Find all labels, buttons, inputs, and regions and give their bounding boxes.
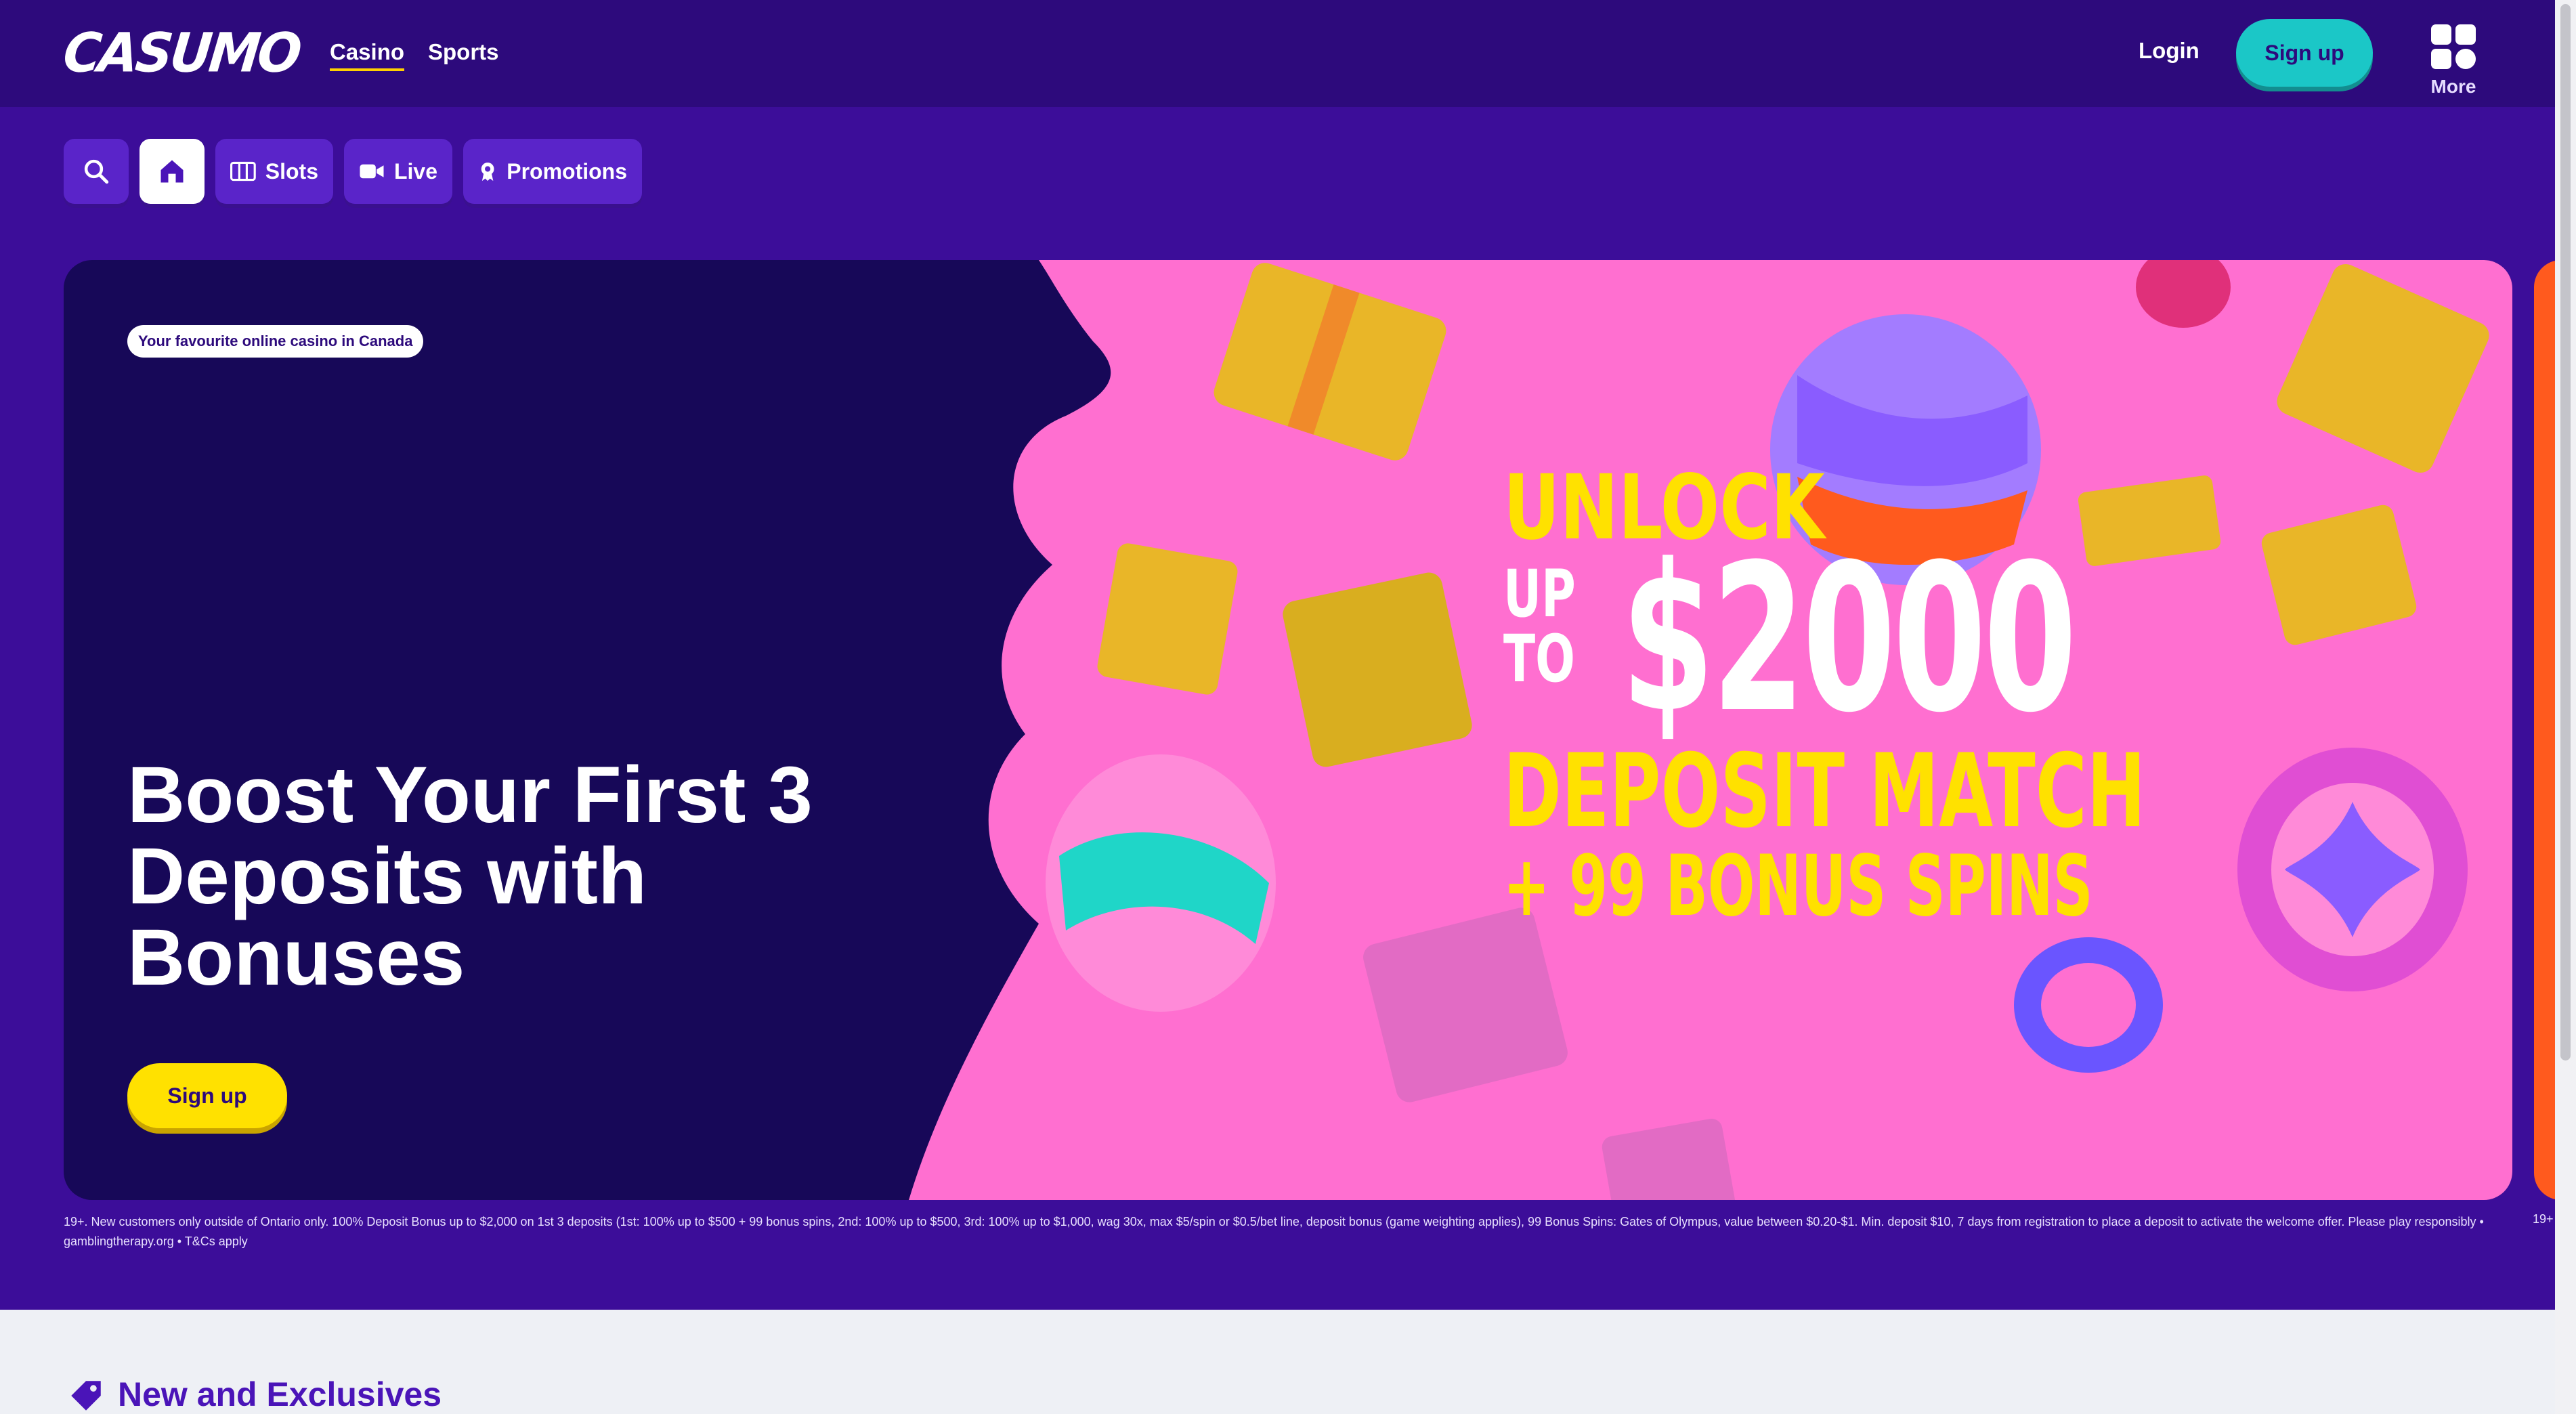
promo-bonus-spins: + 99 BONUS SPINS: [1503, 838, 2093, 935]
home-button[interactable]: [139, 139, 205, 204]
live-tab[interactable]: Live: [344, 139, 452, 204]
section-title[interactable]: New and Exclusives: [118, 1375, 442, 1414]
hero-badge: Your favourite online casino in Canada: [127, 325, 424, 358]
more-label: More: [2430, 76, 2476, 97]
live-label: Live: [393, 158, 437, 184]
login-link[interactable]: Login: [2139, 38, 2199, 64]
promo-deposit-match: DEPOSIT MATCH: [1503, 733, 2146, 851]
search-button[interactable]: [64, 139, 129, 204]
promotions-label: Promotions: [507, 158, 627, 184]
search-icon: [84, 159, 109, 184]
hero-banner[interactable]: Your favourite online casino in Canada B…: [64, 260, 2512, 1200]
terms-text: 19+. New customers only outside of Ontar…: [64, 1215, 2484, 1248]
page: CASUMO Casino Sports Login Sign up More …: [0, 0, 2555, 1414]
more-grid-icon: [2431, 24, 2476, 69]
scrollbar-thumb[interactable]: [2560, 4, 2571, 1060]
tag-icon: [71, 1381, 101, 1411]
slots-icon: [230, 161, 256, 181]
nav-casino[interactable]: Casino: [330, 39, 405, 71]
promo-amount: $2000: [1621, 521, 2077, 757]
promotions-tab[interactable]: Promotions: [463, 139, 642, 204]
promotions-icon: [481, 163, 494, 181]
terms-next-slide: 19+: [2533, 1212, 2554, 1226]
live-camera-icon: [360, 164, 384, 179]
next-slide-peek[interactable]: [2534, 260, 2555, 1200]
slots-label: Slots: [265, 158, 318, 184]
hero-signup-button[interactable]: Sign up: [127, 1063, 287, 1128]
signup-button[interactable]: Sign up: [2236, 19, 2373, 87]
slots-tab[interactable]: Slots: [215, 139, 333, 204]
promo-to: TO: [1503, 621, 1575, 697]
home-icon: [160, 160, 184, 183]
nav-sports[interactable]: Sports: [428, 39, 499, 65]
hero-artwork: [909, 260, 2512, 1200]
promo-up: UP: [1503, 556, 1576, 632]
promo-up-to: UP TO: [1503, 561, 1576, 691]
top-bar: CASUMO Casino Sports Login Sign up More: [0, 0, 2555, 107]
logo[interactable]: CASUMO: [60, 21, 302, 84]
more-button[interactable]: More: [2423, 20, 2484, 102]
hero-title: Boost Your First 3 Deposits with Bonuses: [127, 750, 813, 1002]
